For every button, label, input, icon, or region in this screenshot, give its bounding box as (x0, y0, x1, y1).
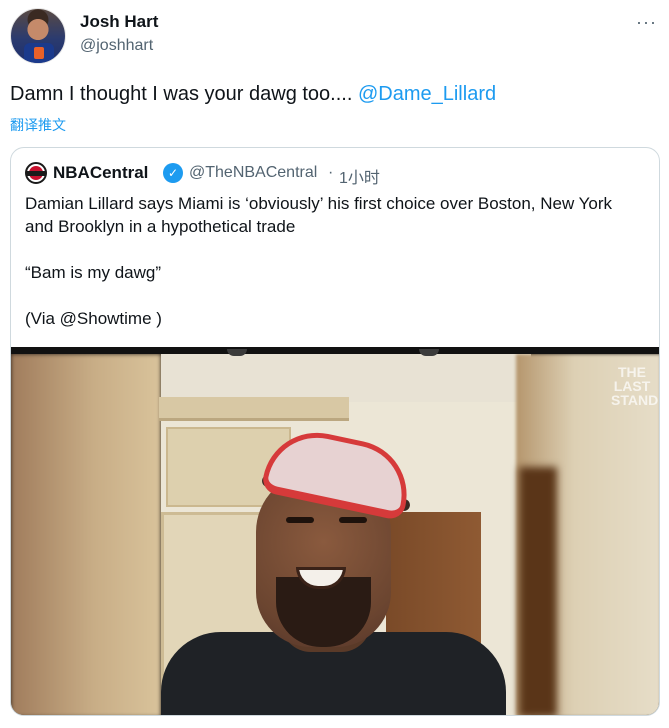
video-foreground-blur (519, 467, 557, 715)
video-ceiling (161, 354, 531, 402)
channel-watermark-logo: THE LAST STAND (611, 364, 659, 408)
separator-dot: · (328, 164, 334, 181)
video-background-left (11, 354, 161, 715)
quoted-tweet[interactable]: NBACentral ✓ @TheNBACentral · 1小时 Damian… (10, 147, 660, 716)
quoted-tweet-body: Damian Lillard says Miami is ‘obviously’… (25, 192, 645, 330)
mention-link[interactable]: @Dame_Lillard (358, 83, 496, 105)
author-handle[interactable]: @joshhart (80, 37, 153, 55)
avatar-jersey-number (34, 47, 44, 59)
video-top-bar (11, 347, 659, 354)
person-brow-left (286, 517, 314, 523)
quoted-paragraph: Damian Lillard says Miami is ‘obviously’… (25, 194, 613, 236)
video-person (161, 417, 506, 715)
more-options-icon[interactable]: ··· (636, 12, 657, 33)
tweet-text: Damn I thought I was your dawg too.... @… (10, 83, 496, 106)
quoted-paragraph: (Via @Showtime ) (25, 309, 162, 328)
quoted-author-avatar[interactable] (25, 162, 47, 184)
tweet-body: Damn I thought I was your dawg too.... (10, 83, 358, 105)
quoted-author-handle[interactable]: @TheNBACentral (189, 164, 317, 182)
person-brow-right (339, 517, 367, 523)
author-avatar[interactable] (10, 8, 66, 64)
video-thumbnail[interactable]: THE LAST STAND (11, 347, 659, 715)
quoted-author-name[interactable]: NBACentral (53, 163, 148, 183)
quoted-timestamp[interactable]: 1小时 (339, 164, 380, 188)
translate-link[interactable]: 翻译推文 (10, 115, 66, 135)
quoted-paragraph: “Bam is my dawg” (25, 263, 162, 282)
verified-badge-icon: ✓ (163, 163, 183, 183)
author-display-name[interactable]: Josh Hart (80, 12, 158, 32)
tweet-header: Josh Hart @joshhart ··· (0, 0, 669, 72)
